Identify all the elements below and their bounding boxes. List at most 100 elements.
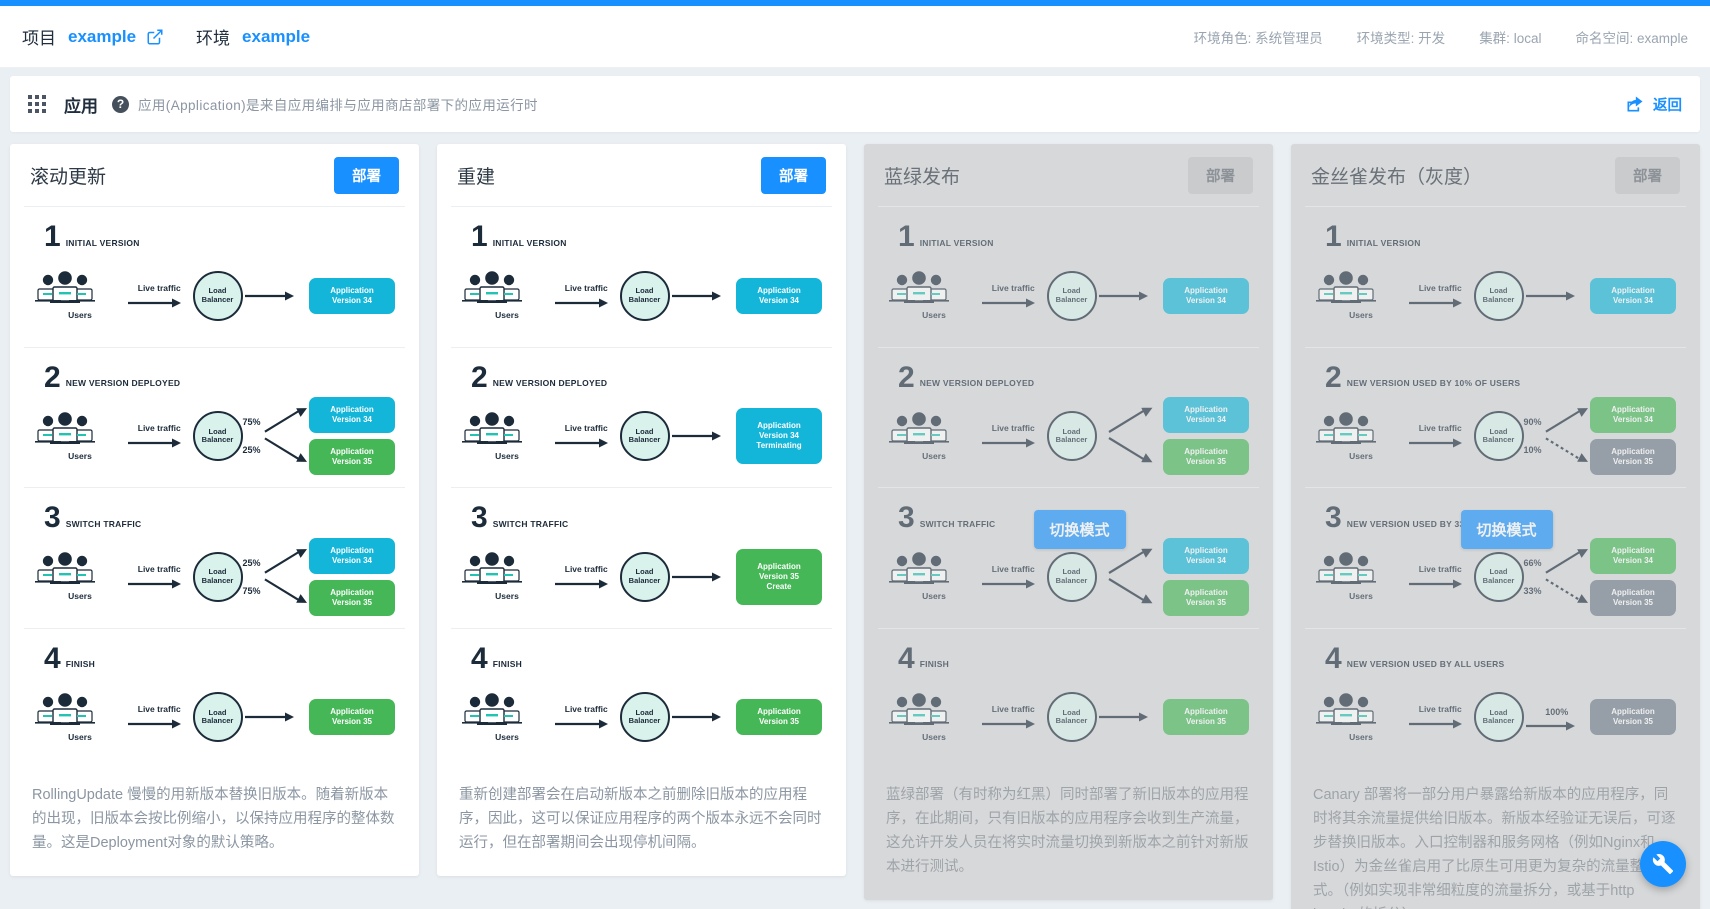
project-value-link[interactable]: example <box>68 27 136 47</box>
users-icon <box>34 552 126 586</box>
users-icon <box>461 693 553 727</box>
split-arrows: 75% 25% <box>243 406 310 466</box>
users-group: Users <box>34 693 126 742</box>
app-box-line: Application <box>330 447 374 457</box>
step-number: 3 <box>44 501 61 535</box>
diagram-step: 4 NEW VERSION USED BY ALL USERS Users Li… <box>1305 629 1686 769</box>
step-row: Users Live traffic Load Balancer 75% 25%… <box>30 395 399 477</box>
step-row: Users Live traffic Load Balancer Applica… <box>884 676 1253 758</box>
step-row: Users Live traffic Load Balancer Applica… <box>457 395 826 477</box>
live-traffic-arrow: Live traffic <box>1407 283 1474 309</box>
deployment-diagram: 1 INITIAL VERSION Users Live traffic Loa… <box>24 206 405 768</box>
users-group: Users <box>461 411 553 461</box>
external-link-icon[interactable] <box>146 28 164 46</box>
app-box-line: Version 35 <box>1612 597 1654 607</box>
app-box: Application Version 34 <box>1590 277 1676 314</box>
diagram-step: 2 NEW VERSION DEPLOYED Users Live traffi… <box>878 348 1259 489</box>
application-versions: Application Version 34 Application Version … <box>1590 397 1676 476</box>
live-traffic-arrow: Live traffic <box>553 283 620 309</box>
users-label: Users <box>495 310 519 321</box>
app-box-line: Application <box>330 587 374 597</box>
lb-label-line2: Balancer <box>628 716 661 726</box>
load-balancer-node: Load Balancer <box>1473 692 1524 743</box>
users-group: Users <box>34 411 126 461</box>
live-traffic-label: Live traffic <box>991 423 1035 434</box>
users-icon <box>888 411 980 446</box>
app-box-line: Version 35 <box>758 571 800 581</box>
strategy-card: 滚动更新部署 1 INITIAL VERSION Users Live tra <box>10 144 419 877</box>
app-box-line: Application <box>757 561 801 571</box>
load-balancer-node: Load Balancer <box>1046 270 1097 321</box>
lb-label-line2: Balancer <box>628 294 661 304</box>
step-number: 4 <box>471 641 488 675</box>
load-balancer-node: Load Balancer <box>192 270 243 321</box>
step-number: 2 <box>471 360 488 394</box>
app-box-line: Version 35 <box>331 457 373 467</box>
step-number: 1 <box>471 220 488 253</box>
app-box: Application Version 35 <box>309 439 395 476</box>
users-icon <box>461 411 553 446</box>
users-group: Users <box>1315 271 1407 320</box>
step-number: 3 <box>898 501 915 535</box>
step-label: NEW VERSION DEPLOYED <box>65 378 181 389</box>
live-traffic-arrow: Live traffic <box>980 423 1047 449</box>
step-heading: 4 NEW VERSION USED BY ALL USERS <box>1325 643 1680 673</box>
users-icon <box>461 552 553 586</box>
switch-mode-button[interactable]: 切换模式 <box>1460 510 1553 550</box>
traffic-arrow <box>243 711 310 723</box>
step-heading: 4 FINISH <box>471 641 826 675</box>
load-balancer-node: Load Balancer <box>619 692 670 743</box>
load-balancer-node: Load Balancer <box>1473 551 1524 602</box>
step-row: Users Live traffic Load Balancer Applica… <box>884 395 1253 477</box>
app-box: Application Version 34 <box>309 537 395 574</box>
diagram-step: 4 FINISH Users Live traffic Load Balance… <box>878 629 1259 769</box>
project-label: 项目 <box>22 29 56 48</box>
lb-label-line2: Balancer <box>1055 575 1088 585</box>
app-box-line: Version 35 <box>331 597 373 607</box>
users-group: Users <box>34 552 126 601</box>
step-row: Users Live traffic Load Balancer Applica… <box>457 676 826 758</box>
step-row: Users Live traffic Load Balancer Applica… <box>30 676 399 758</box>
traffic-arrow <box>670 571 737 583</box>
application-versions: Application Version 34 <box>1590 277 1676 314</box>
load-balancer-node: Load Balancer <box>619 270 670 321</box>
diagram-step: 3 SWITCH TRAFFIC Users Live traffic Load… <box>24 488 405 629</box>
strategy-card-list: 滚动更新部署 1 INITIAL VERSION Users Live tra <box>0 132 1710 909</box>
lb-label-line2: Balancer <box>201 716 234 726</box>
users-group: Users <box>461 271 553 320</box>
app-box-line: Application <box>330 405 374 415</box>
deploy-button[interactable]: 部署 <box>761 156 826 194</box>
users-label: Users <box>68 731 92 742</box>
app-box: Application Version 34 Terminating <box>736 408 822 465</box>
environment-value-link[interactable]: example <box>242 27 310 47</box>
step-number: 2 <box>44 360 61 394</box>
step-row: Users Live traffic Load Balancer Applica… <box>457 255 826 337</box>
traffic-percent: 33% <box>1523 585 1542 596</box>
switch-mode-button[interactable]: 切换模式 <box>1033 510 1126 550</box>
fab-wrench-button[interactable] <box>1640 841 1686 887</box>
users-icon <box>34 411 126 446</box>
users-group: Users <box>888 411 980 461</box>
step-heading: 2 NEW VERSION DEPLOYED <box>44 360 399 394</box>
users-icon <box>888 693 980 727</box>
step-heading: 3 SWITCH TRAFFIC <box>471 503 826 533</box>
back-button[interactable]: 返回 <box>1625 94 1682 115</box>
deploy-button[interactable]: 部署 <box>334 156 399 194</box>
live-traffic-arrow: Live traffic <box>553 704 620 730</box>
step-label: NEW VERSION USED BY ALL USERS <box>1346 659 1505 670</box>
application-versions: Application Version 34 <box>1163 277 1249 314</box>
question-icon[interactable]: ? <box>112 95 129 113</box>
wrench-icon <box>1652 853 1674 875</box>
live-traffic-arrow: Live traffic <box>553 423 620 449</box>
app-box-line: Version 35 <box>758 717 800 727</box>
split-arrows: 90% 10% <box>1524 406 1591 466</box>
lb-label-line2: Balancer <box>1482 435 1515 445</box>
traffic-percent: 25% <box>242 557 261 568</box>
grid-icon[interactable] <box>28 95 46 113</box>
app-box-line: Application <box>330 545 374 555</box>
lb-label-line2: Balancer <box>201 575 234 585</box>
live-traffic-label: Live traffic <box>1418 704 1462 715</box>
traffic-arrow: 100% <box>1524 702 1591 732</box>
deployment-diagram: 1 INITIAL VERSION Users Live traffic Loa… <box>1305 206 1686 768</box>
app-box-line: Application <box>1184 447 1228 457</box>
